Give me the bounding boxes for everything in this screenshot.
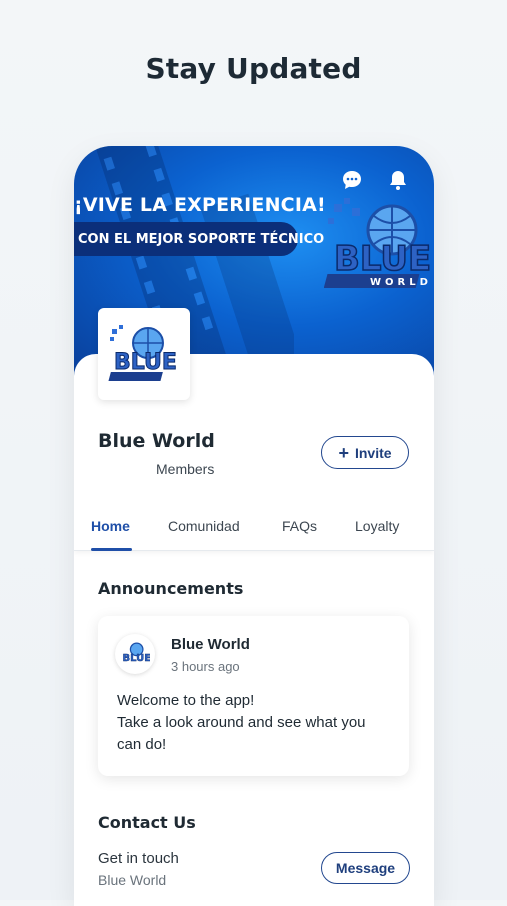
announcements-title: Announcements	[98, 579, 244, 598]
active-tab-indicator	[91, 548, 132, 551]
announcement-post[interactable]: BLUE Blue World 3 hours ago Welcome to t…	[98, 616, 409, 776]
invite-label: Invite	[354, 444, 392, 461]
plus-icon: +	[338, 442, 349, 463]
post-body: Welcome to the app! Take a look around a…	[117, 690, 399, 756]
banner-headline: ¡VIVE LA EXPERIENCIA!	[74, 194, 326, 216]
tab-bar: Home Comunidad FAQs Loyalty	[74, 506, 434, 551]
group-logo-text: BLUE	[114, 350, 177, 375]
post-timestamp: 3 hours ago	[171, 659, 240, 674]
phone-screen: ¡VIVE LA EXPERIENCIA! CON EL MEJOR SOPOR…	[74, 146, 434, 906]
page-heading: Stay Updated	[145, 52, 362, 85]
tab-comunidad[interactable]: Comunidad	[168, 518, 240, 534]
post-logo-text: BLUE	[123, 653, 151, 664]
blue-world-logo: BLUE WORLD	[324, 198, 432, 288]
tab-home[interactable]: Home	[91, 518, 130, 534]
logo-blue-text: BLUE	[334, 239, 431, 279]
message-label: Message	[335, 860, 396, 876]
group-avatar: BLUE	[98, 308, 190, 400]
chat-icon[interactable]	[340, 168, 364, 192]
tab-loyalty[interactable]: Loyalty	[355, 518, 399, 534]
post-author: Blue World	[171, 636, 250, 653]
contact-title: Contact Us	[98, 813, 196, 832]
logo-world-text: WORLD	[370, 277, 432, 288]
banner-subheadline: CON EL MEJOR SOPORTE TÉCNICO	[74, 222, 324, 256]
post-line: can do!	[117, 736, 167, 753]
banner-subheadline-text: CON EL MEJOR SOPORTE TÉCNICO	[78, 231, 325, 247]
post-line: Welcome to the app!	[117, 692, 255, 709]
post-line: Take a look around and see what you	[117, 714, 366, 731]
invite-button[interactable]: + Invite	[321, 436, 409, 469]
group-name: Blue World	[98, 430, 215, 452]
message-button[interactable]: Message	[321, 852, 410, 884]
members-link[interactable]: Members	[156, 461, 214, 477]
tab-faqs[interactable]: FAQs	[282, 518, 317, 534]
post-avatar: BLUE	[115, 634, 155, 674]
group-logo-icon: BLUE	[108, 325, 177, 381]
bell-icon[interactable]	[386, 168, 410, 192]
contact-org: Blue World	[98, 872, 167, 888]
contact-subtitle: Get in touch	[98, 850, 179, 867]
post-logo-icon: BLUE	[122, 642, 151, 664]
